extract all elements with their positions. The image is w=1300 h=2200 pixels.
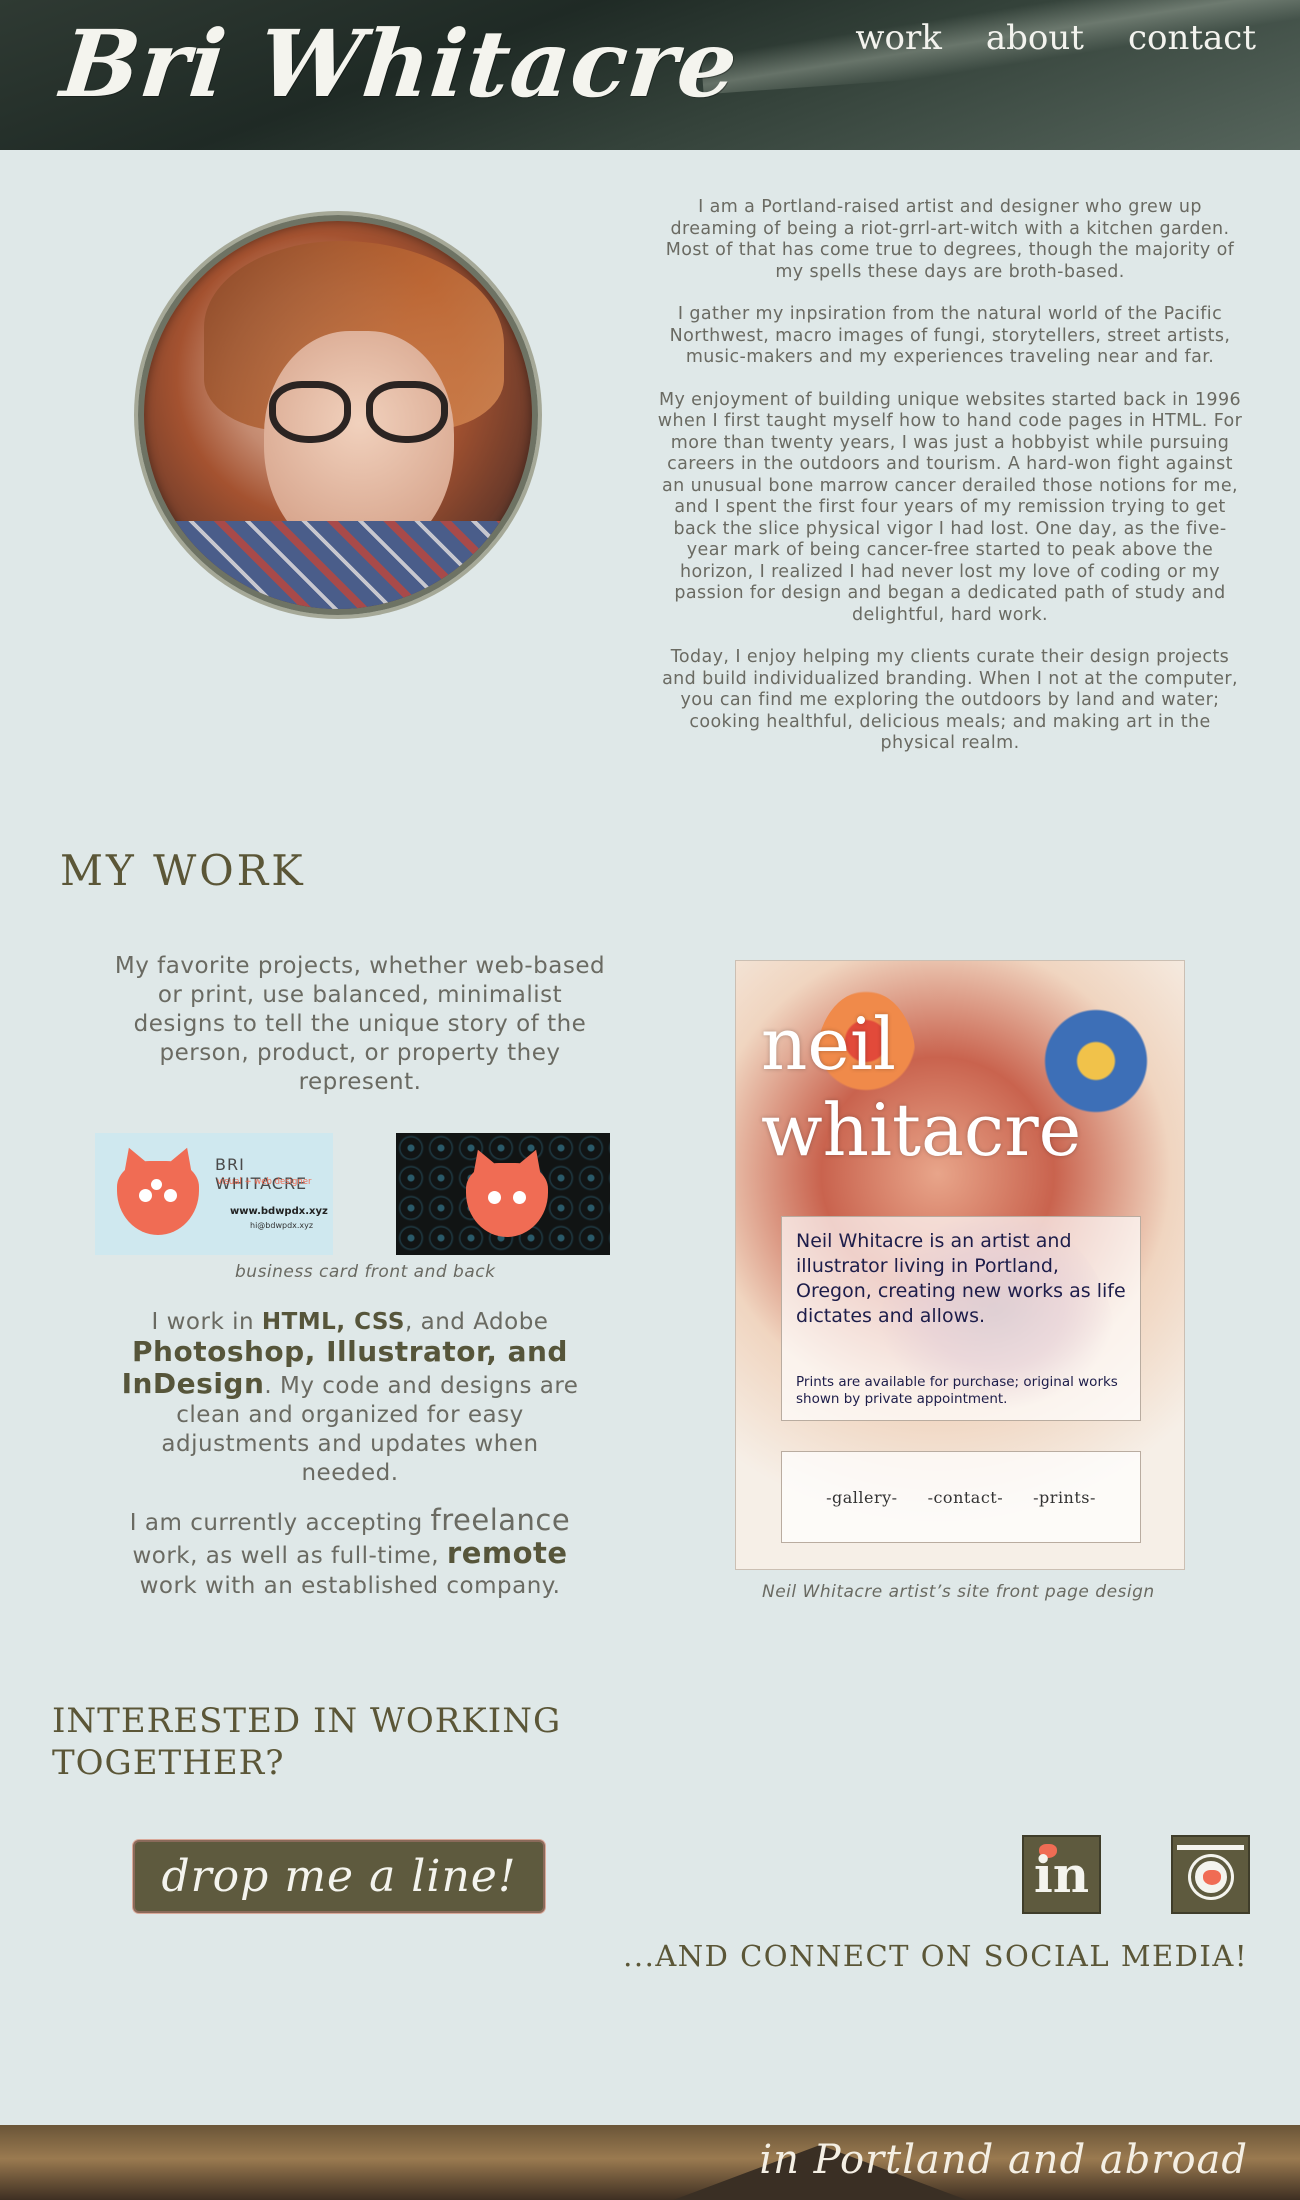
linkedin-icon[interactable]: in <box>1022 1835 1101 1914</box>
card-email: hi@bdwpdx.xyz <box>250 1221 314 1230</box>
poster-nav-contact: -contact- <box>927 1487 1004 1507</box>
contact-button[interactable]: drop me a line! <box>133 1840 545 1913</box>
poster-nav: -gallery- -contact- -prints- <box>781 1451 1141 1543</box>
main-nav: work about contact <box>855 18 1256 58</box>
instagram-icon[interactable] <box>1171 1835 1250 1914</box>
card-name: BRI WHITACRE <box>215 1155 308 1193</box>
site-logo[interactable]: Bri Whitacre <box>56 10 743 118</box>
social-connect-text: ...AND CONNECT ON SOCIAL MEDIA! <box>623 1939 1248 1973</box>
skills-text: I work in HTML, CSS, and Adobe Photoshop… <box>121 1309 579 1486</box>
business-card-back[interactable] <box>396 1133 610 1255</box>
poster-info-box: Neil Whitacre is an artist and illustrat… <box>781 1216 1141 1421</box>
nav-about[interactable]: about <box>986 18 1084 58</box>
work-intro: My favorite projects, whether web-based … <box>114 953 606 1095</box>
about-paragraph: I am a Portland-raised artist and design… <box>665 197 1235 282</box>
footer-tagline: in Portland and abroad <box>759 2137 1248 2183</box>
about-paragraph: My enjoyment of building unique websites… <box>657 389 1243 625</box>
poster-lead: Neil Whitacre is an artist and illustrat… <box>796 1230 1126 1327</box>
work-heading: MY WORK <box>60 846 306 895</box>
poster-nav-prints: -prints- <box>1033 1487 1096 1507</box>
poster-caption: Neil Whitacre artist’s site front page d… <box>762 1582 1155 1602</box>
cat-logo-icon <box>466 1163 548 1237</box>
profile-photo <box>138 215 538 615</box>
poster-note: Prints are available for purchase; origi… <box>796 1374 1118 1407</box>
about-paragraph: Today, I enjoy helping my clients curate… <box>662 647 1238 753</box>
poster-preview[interactable]: neil whitacre Neil Whitacre is an artist… <box>735 960 1185 1570</box>
card-subtitle: visual + web designer <box>217 1177 312 1187</box>
card-url: www.bdwpdx.xyz <box>230 1206 328 1217</box>
cat-logo-icon <box>117 1161 199 1235</box>
nav-contact[interactable]: contact <box>1128 18 1256 58</box>
poster-title: neil whitacre <box>761 1002 1082 1172</box>
poster-nav-gallery: -gallery- <box>826 1487 898 1507</box>
business-card-front[interactable]: BRI WHITACRE visual + web designer www.b… <box>95 1133 333 1255</box>
site-header: Bri Whitacre work about contact <box>0 0 1300 150</box>
business-card-caption: business card front and back <box>235 1262 496 1282</box>
nav-work[interactable]: work <box>855 18 941 58</box>
contact-heading: INTERESTED IN WORKING TOGETHER? <box>52 1701 562 1783</box>
availability-text: I am currently accepting freelance work,… <box>129 1503 571 1599</box>
about-paragraph: I gather my inpsiration from the natural… <box>669 304 1231 367</box>
about-text: I am a Portland-raised artist and design… <box>655 197 1245 776</box>
site-footer: in Portland and abroad <box>0 2125 1300 2200</box>
